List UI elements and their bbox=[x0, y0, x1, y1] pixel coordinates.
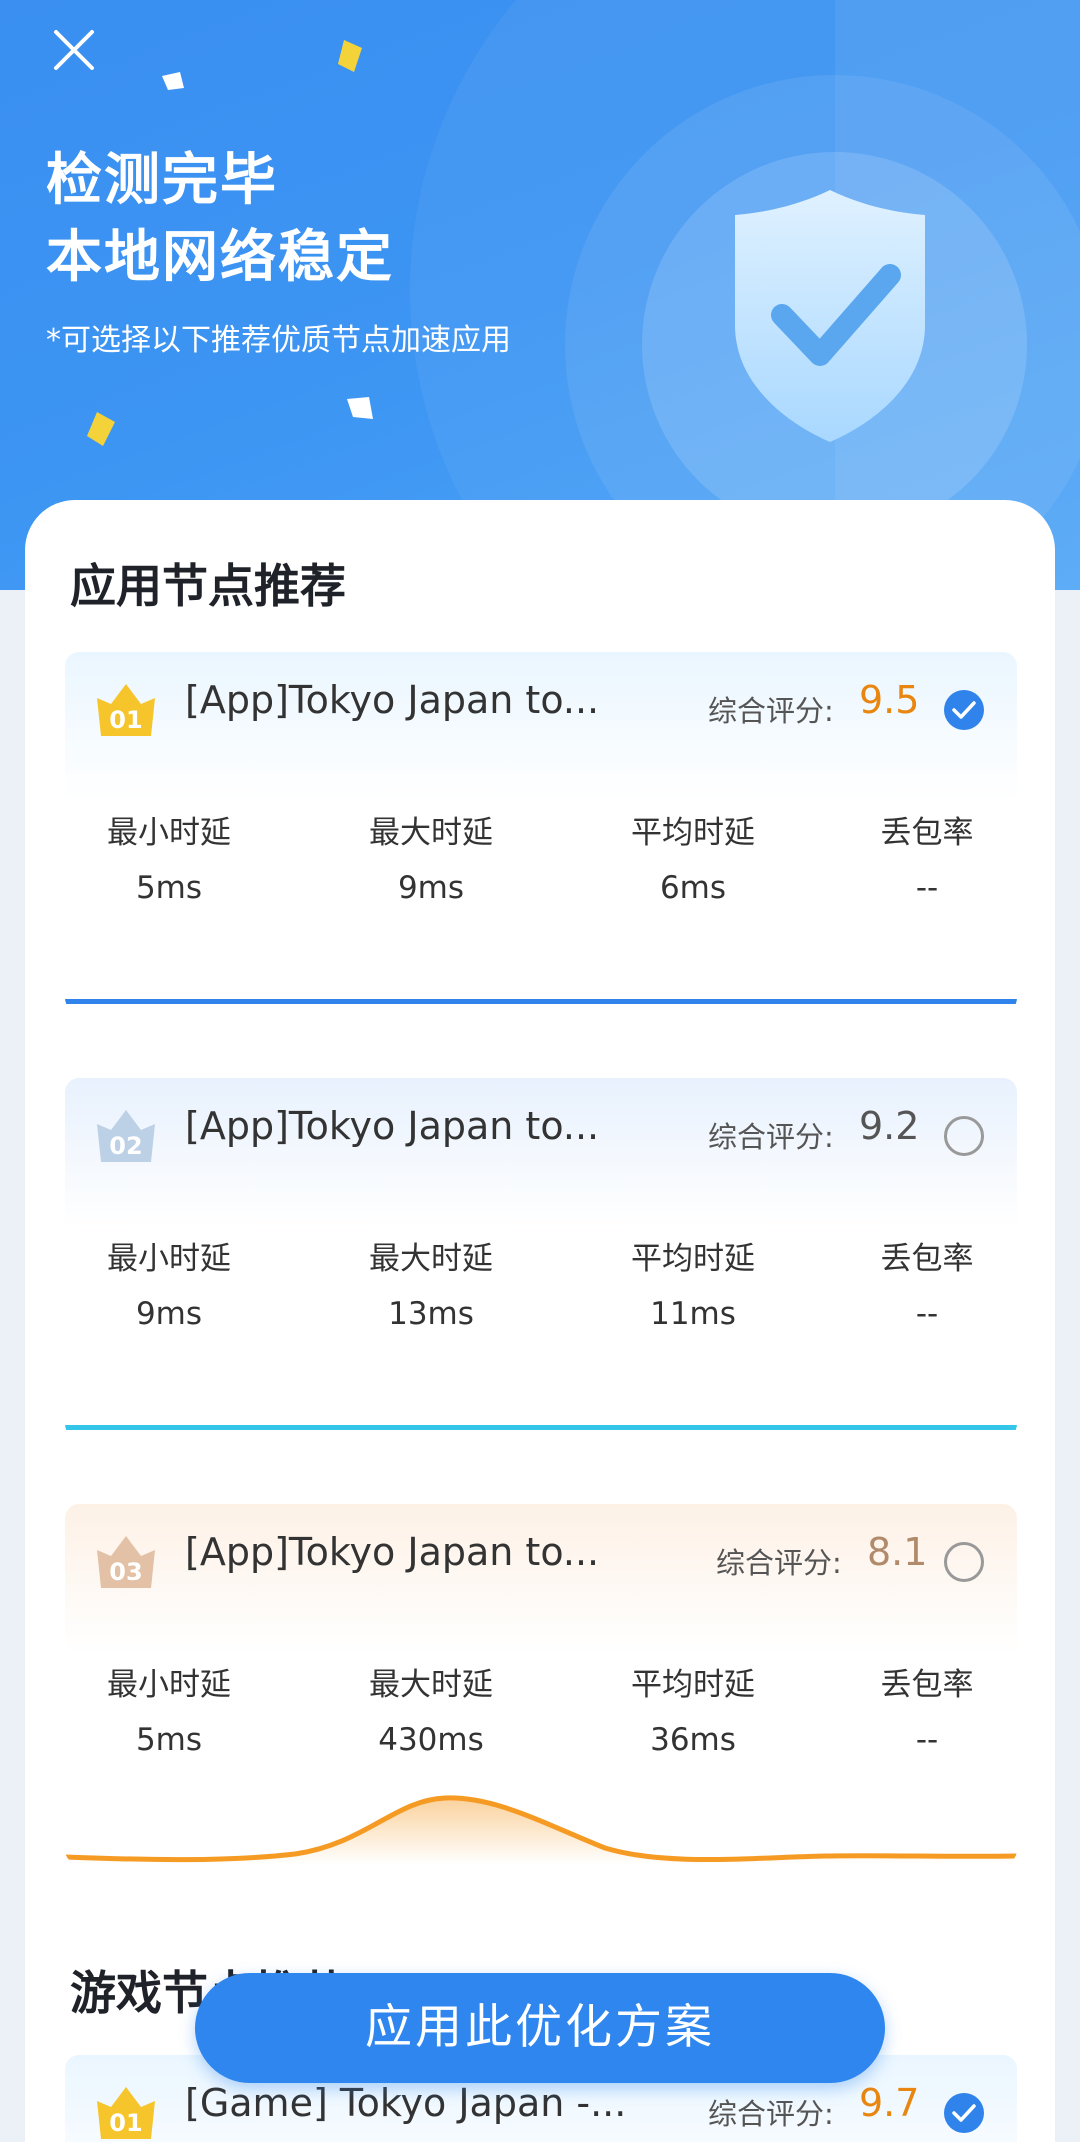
metric-label: 最大时延 bbox=[369, 1241, 493, 1277]
metric-label: 丢包率 bbox=[880, 1241, 974, 1277]
metric-label: 最小时延 bbox=[107, 1241, 231, 1277]
metric-max-latency: 最大时延 13ms bbox=[331, 1233, 531, 1332]
metric-value: -- bbox=[915, 870, 939, 906]
select-radio[interactable] bbox=[944, 690, 984, 730]
page-title-line1: 检测完毕 bbox=[46, 148, 278, 213]
score-value: 9.7 bbox=[859, 2081, 920, 2125]
confetti-icon bbox=[87, 412, 115, 446]
metric-value: 5ms bbox=[135, 870, 203, 906]
metric-label: 丢包率 bbox=[880, 815, 974, 851]
crown-rank-number: 01 bbox=[109, 2109, 142, 2137]
metric-value: 430ms bbox=[378, 1722, 484, 1758]
crown-rank-icon: 01 bbox=[97, 684, 155, 736]
metric-avg-latency: 平均时延 36ms bbox=[593, 1659, 793, 1758]
metric-value: -- bbox=[915, 1722, 939, 1758]
metric-label: 最小时延 bbox=[107, 1667, 231, 1703]
metric-value: 6ms bbox=[659, 870, 727, 906]
metric-label: 平均时延 bbox=[631, 815, 755, 851]
shield-check-icon bbox=[735, 190, 925, 442]
crown-rank-number: 03 bbox=[109, 1558, 142, 1586]
page-title-line2: 本地网络稳定 bbox=[46, 225, 394, 290]
metric-max-latency: 最大时延 9ms bbox=[331, 807, 531, 906]
node-name: [App]Tokyo Japan to... bbox=[185, 1530, 600, 1574]
metric-label: 最大时延 bbox=[369, 815, 493, 851]
check-icon bbox=[952, 701, 976, 719]
metric-min-latency: 最小时延 9ms bbox=[69, 1233, 269, 1332]
metric-label: 最大时延 bbox=[369, 1667, 493, 1703]
crown-rank-icon: 02 bbox=[97, 1110, 155, 1162]
metric-value: 9ms bbox=[397, 870, 465, 906]
score-label: 综合评分: bbox=[708, 2097, 834, 2131]
metric-label: 平均时延 bbox=[631, 1667, 755, 1703]
metric-packet-loss: 丢包率 -- bbox=[842, 1659, 1012, 1758]
card-header-bg bbox=[65, 1078, 1017, 1228]
metric-avg-latency: 平均时延 6ms bbox=[593, 807, 793, 906]
latency-wave bbox=[65, 1795, 1017, 1864]
metric-min-latency: 最小时延 5ms bbox=[69, 807, 269, 906]
metric-label: 平均时延 bbox=[631, 1241, 755, 1277]
node-name: [App]Tokyo Japan to... bbox=[185, 678, 600, 722]
metric-value: 36ms bbox=[650, 1722, 736, 1758]
check-icon bbox=[952, 2104, 976, 2122]
metric-avg-latency: 平均时延 11ms bbox=[593, 1233, 793, 1332]
node-name: [App]Tokyo Japan to... bbox=[185, 1104, 600, 1148]
metric-packet-loss: 丢包率 -- bbox=[842, 807, 1012, 906]
score-value: 8.1 bbox=[867, 1530, 928, 1574]
card-header-bg bbox=[65, 1504, 1017, 1654]
score-label: 综合评分: bbox=[716, 1546, 842, 1580]
confetti-icon bbox=[347, 397, 373, 419]
metric-value: 11ms bbox=[650, 1296, 736, 1332]
card-header-bg bbox=[65, 652, 1017, 802]
confetti-icon bbox=[162, 72, 184, 90]
latency-line bbox=[65, 1425, 1017, 1430]
select-radio[interactable] bbox=[944, 1116, 984, 1156]
apply-optimization-button[interactable]: 应用此优化方案 bbox=[195, 1973, 885, 2083]
select-radio[interactable] bbox=[944, 1542, 984, 1582]
metric-min-latency: 最小时延 5ms bbox=[69, 1659, 269, 1758]
node-card-app-1[interactable]: 01 [App]Tokyo Japan to... 综合评分: 9.5 最小时延… bbox=[65, 652, 1017, 1012]
score-label: 综合评分: bbox=[708, 1120, 834, 1154]
confetti-icon bbox=[338, 40, 362, 72]
metric-value: 13ms bbox=[388, 1296, 474, 1332]
section-title-app: 应用节点推荐 bbox=[70, 559, 346, 613]
crown-rank-number: 02 bbox=[109, 1132, 142, 1160]
node-card-app-3[interactable]: 03 [App]Tokyo Japan to... 综合评分: 8.1 最小时延… bbox=[65, 1504, 1017, 1864]
metric-packet-loss: 丢包率 -- bbox=[842, 1233, 1012, 1332]
close-icon[interactable] bbox=[50, 26, 98, 74]
crown-rank-icon: 01 bbox=[97, 2087, 155, 2139]
score-value: 9.2 bbox=[859, 1104, 920, 1148]
metric-value: -- bbox=[915, 1296, 939, 1332]
crown-rank-icon: 03 bbox=[97, 1536, 155, 1588]
node-name: [Game] Tokyo Japan -... bbox=[185, 2081, 627, 2125]
score-label: 综合评分: bbox=[708, 694, 834, 728]
metric-value: 9ms bbox=[135, 1296, 203, 1332]
metric-label: 丢包率 bbox=[880, 1667, 974, 1703]
latency-line bbox=[65, 999, 1017, 1004]
page-subtitle: *可选择以下推荐优质节点加速应用 bbox=[46, 323, 511, 358]
metric-max-latency: 最大时延 430ms bbox=[331, 1659, 531, 1758]
node-card-app-2[interactable]: 02 [App]Tokyo Japan to... 综合评分: 9.2 最小时延… bbox=[65, 1078, 1017, 1438]
metric-label: 最小时延 bbox=[107, 815, 231, 851]
metric-value: 5ms bbox=[135, 1722, 203, 1758]
crown-rank-number: 01 bbox=[109, 706, 142, 734]
select-radio[interactable] bbox=[944, 2093, 984, 2133]
score-value: 9.5 bbox=[859, 678, 920, 722]
